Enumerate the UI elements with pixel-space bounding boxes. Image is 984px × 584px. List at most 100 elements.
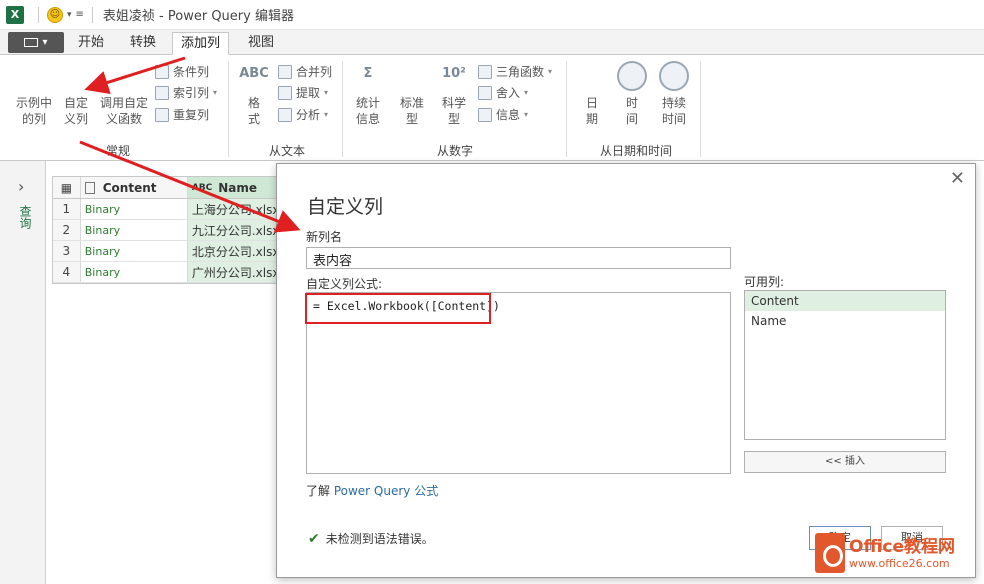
ribbon-tabs: ▾ 开始 转换 添加列 视图 (0, 30, 984, 55)
column-header-content-label: Content (103, 181, 157, 195)
duplicate-column-label: 重复列 (173, 106, 209, 123)
index-column-button[interactable]: 索引列 ▾ (155, 84, 217, 101)
smiley-feedback-icon[interactable]: ☺ (47, 7, 63, 23)
chevron-down-icon: ▾ (524, 110, 528, 119)
cell-name[interactable]: 九江分公司.xlsx (188, 220, 281, 240)
format-text-icon: ABC (239, 61, 269, 91)
conditional-column-icon (155, 65, 169, 79)
title-bar: X ☺ ▾ ≡ 表姐凌祯 - Power Query 编辑器 (0, 0, 984, 30)
date-button[interactable]: 日 期 (574, 61, 610, 127)
rounding-button[interactable]: 舍入 ▾ (478, 84, 528, 101)
data-grid: ▦ Content ABC Name 1 Binary 上海分公司.xlsx 2… (52, 176, 282, 284)
column-from-examples-button[interactable]: 示例中 的列 (12, 61, 56, 127)
extract-button[interactable]: 提取 ▾ (278, 84, 328, 101)
text-type-icon: ABC (192, 183, 212, 193)
learn-formula-row: 了解 Power Query 公式 (306, 482, 438, 499)
cell-content[interactable]: Binary (81, 199, 188, 219)
cell-content[interactable]: Binary (81, 220, 188, 240)
chevron-down-icon: ▾ (548, 67, 552, 76)
table-row[interactable]: 2 Binary 九江分公司.xlsx (53, 220, 281, 241)
date-label: 日 期 (574, 95, 610, 127)
row-number: 1 (53, 199, 81, 219)
insert-button[interactable]: << 插入 (744, 451, 946, 473)
new-column-name-input[interactable]: 表内容 (306, 247, 731, 269)
available-columns-label: 可用列: (744, 273, 784, 290)
toolbar-divider (92, 7, 93, 23)
group-divider (342, 61, 343, 157)
time-label: 时 间 (614, 95, 650, 127)
syntax-status-text: 未检测到语法错误。 (326, 530, 434, 547)
invoke-custom-function-button[interactable]: 调用自定 义函数 (98, 61, 150, 127)
standard-label: 标准 型 (394, 95, 430, 127)
clock-icon (617, 61, 647, 91)
cell-name[interactable]: 上海分公司.xlsx (188, 199, 281, 219)
watermark-line1: Office教程网 (849, 537, 955, 557)
scientific-button[interactable]: 10² 科学 型 (436, 61, 472, 127)
extract-label: 提取 (296, 84, 320, 101)
table-row[interactable]: 4 Binary 广州分公司.xlsx (53, 262, 281, 283)
information-button[interactable]: 信息 ▾ (478, 106, 528, 123)
extract-icon (278, 86, 292, 100)
group-divider (228, 61, 229, 157)
expand-chevron-icon[interactable]: › (18, 177, 24, 196)
tab-view[interactable]: 视图 (240, 32, 282, 55)
tab-home[interactable]: 开始 (70, 32, 112, 55)
cell-content[interactable]: Binary (81, 241, 188, 261)
cell-name[interactable]: 北京分公司.xlsx (188, 241, 281, 261)
column-header-name-label: Name (218, 181, 257, 195)
duration-button[interactable]: 持续 时间 (654, 61, 694, 127)
rounding-label: 舍入 (496, 84, 520, 101)
column-header-content[interactable]: Content (81, 177, 188, 198)
table-menu-icon[interactable]: ▦ (53, 177, 81, 198)
file-menu-button[interactable]: ▾ (8, 32, 64, 53)
cell-name[interactable]: 广州分公司.xlsx (188, 262, 281, 282)
group-divider (566, 61, 567, 157)
tab-add-column[interactable]: 添加列 (172, 32, 229, 55)
merge-columns-icon (278, 65, 292, 79)
toolbar-divider (38, 7, 39, 23)
column-header-name[interactable]: ABC Name (188, 177, 281, 198)
group-label-from-number: 从数字 (425, 142, 485, 159)
ribbon: 示例中 的列 自定 义列 调用自定 义函数 条件列 索引列 ▾ 重复列 常规 A… (0, 55, 984, 161)
time-button[interactable]: 时 间 (614, 61, 650, 127)
conditional-column-button[interactable]: 条件列 (155, 63, 209, 80)
file-menu-icon (24, 38, 38, 47)
list-item-name[interactable]: Name (745, 311, 945, 331)
standard-button[interactable]: 标准 型 (394, 61, 430, 127)
tab-transform[interactable]: 转换 (122, 32, 164, 55)
duplicate-column-button[interactable]: 重复列 (155, 106, 209, 123)
syntax-status: ✔ 未检测到语法错误。 (308, 530, 434, 547)
table-row[interactable]: 3 Binary 北京分公司.xlsx (53, 241, 281, 262)
sigma-icon: Σ (353, 61, 383, 91)
table-row[interactable]: 1 Binary 上海分公司.xlsx (53, 199, 281, 220)
parse-button[interactable]: 分析 ▾ (278, 106, 328, 123)
row-number: 2 (53, 220, 81, 240)
group-label-from-text: 从文本 (252, 142, 322, 159)
merge-columns-button[interactable]: 合并列 (278, 63, 332, 80)
list-item-content[interactable]: Content (745, 291, 945, 311)
duration-label: 持续 时间 (654, 95, 694, 127)
format-button[interactable]: ABC 格 式 (236, 61, 272, 127)
group-label-from-datetime: 从日期和时间 (588, 142, 684, 159)
dropdown-arrow-icon[interactable]: ▾ (67, 10, 72, 20)
power-query-formula-link[interactable]: Power Query 公式 (334, 484, 438, 498)
group-label-general: 常规 (90, 142, 146, 159)
customize-toolbar-icon[interactable]: ≡ (76, 9, 84, 20)
duplicate-column-icon (155, 108, 169, 122)
queries-label[interactable]: 查询 (17, 205, 34, 229)
parse-label: 分析 (296, 106, 320, 123)
office-logo-icon (815, 533, 845, 573)
cell-content[interactable]: Binary (81, 262, 188, 282)
information-icon (478, 108, 492, 122)
scientific-label: 科学 型 (436, 95, 472, 127)
parse-icon (278, 108, 292, 122)
dialog-title: 自定义列 (307, 192, 383, 219)
custom-column-button[interactable]: 自定 义列 (58, 61, 94, 127)
formula-highlight-box (305, 293, 491, 324)
close-icon[interactable]: ✕ (950, 168, 965, 189)
statistics-button[interactable]: Σ 统计 信息 (350, 61, 386, 127)
column-from-examples-label: 示例中 的列 (12, 95, 56, 127)
grid-header-row: ▦ Content ABC Name (53, 177, 281, 199)
conditional-column-label: 条件列 (173, 63, 209, 80)
trigonometry-button[interactable]: 三角函数 ▾ (478, 63, 552, 80)
